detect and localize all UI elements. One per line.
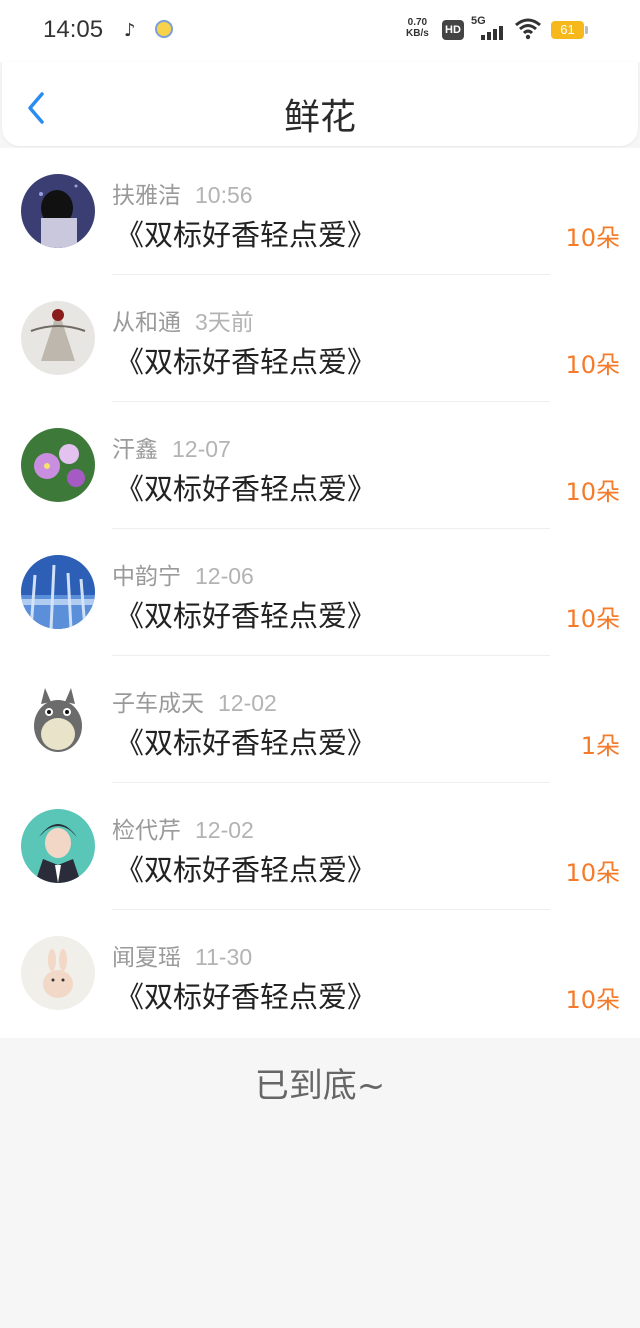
- timestamp: 12-02: [218, 690, 277, 716]
- user-name: 子车成天 12-02: [112, 684, 277, 718]
- work-title: 《双标好香轻点爱》: [115, 726, 377, 760]
- work-title: 《双标好香轻点爱》: [115, 599, 377, 633]
- work-title: 《双标好香轻点爱》: [115, 980, 377, 1014]
- end-of-list-label: 已到底~: [254, 1066, 386, 1106]
- music-note-icon: ♪: [124, 20, 136, 41]
- flower-count: 10朵: [565, 351, 620, 379]
- network-speed: 0.70 KB/s: [406, 17, 429, 39]
- avatar[interactable]: [21, 555, 95, 629]
- app-notification-icon: [155, 20, 173, 38]
- user-name: 中韵宁 12-06: [112, 557, 254, 591]
- work-title: 《双标好香轻点爱》: [115, 345, 377, 379]
- user-name-text: 检代芹: [112, 818, 181, 844]
- flower-count: 10朵: [565, 224, 620, 252]
- list-item[interactable]: 从和通 3天前 《双标好香轻点爱》 10朵: [0, 275, 640, 402]
- avatar[interactable]: [21, 301, 95, 375]
- list-item[interactable]: 汗鑫 12-07 《双标好香轻点爱》 10朵: [0, 402, 640, 529]
- timestamp: 12-02: [195, 817, 254, 843]
- network-speed-value: 0.70: [407, 17, 428, 28]
- user-name-text: 中韵宁: [112, 564, 181, 590]
- list-item[interactable]: 子车成天 12-02 《双标好香轻点爱》 1朵: [0, 656, 640, 783]
- flower-count: 1朵: [580, 732, 620, 760]
- avatar[interactable]: [21, 936, 95, 1010]
- avatar[interactable]: [21, 174, 95, 248]
- page-title: 鲜花: [283, 97, 356, 138]
- work-title: 《双标好香轻点爱》: [115, 472, 377, 506]
- list-item[interactable]: 扶雅洁 10:56 《双标好香轻点爱》 10朵: [0, 148, 640, 275]
- timestamp: 10:56: [195, 182, 253, 208]
- user-name-text: 从和通: [112, 310, 181, 336]
- status-time: 14:05: [43, 16, 104, 43]
- timestamp: 3天前: [195, 309, 254, 335]
- avatar[interactable]: [21, 428, 95, 502]
- flower-count: 10朵: [565, 986, 620, 1014]
- work-title: 《双标好香轻点爱》: [115, 853, 377, 887]
- user-name: 汗鑫 12-07: [112, 430, 231, 464]
- list-item[interactable]: 闻夏瑶 11-30 《双标好香轻点爱》 10朵: [0, 910, 640, 1037]
- avatar[interactable]: [21, 809, 95, 883]
- battery-icon: 61: [551, 21, 584, 39]
- list-item[interactable]: 中韵宁 12-06 《双标好香轻点爱》 10朵: [0, 529, 640, 656]
- status-bar: 14:05 ♪ 0.70 KB/s HD 5G 61: [0, 0, 640, 62]
- timestamp: 11-30: [195, 944, 253, 970]
- nav-header: 鲜花: [2, 62, 638, 146]
- hd-icon: HD: [442, 20, 464, 40]
- list-item[interactable]: 检代芹 12-02 《双标好香轻点爱》 10朵: [0, 783, 640, 910]
- flower-list: 扶雅洁 10:56 《双标好香轻点爱》 10朵 从和通 3天前 《双标好香轻点爱》 …: [0, 148, 640, 1038]
- network-speed-unit: KB/s: [406, 28, 429, 39]
- user-name-text: 闻夏瑶: [112, 945, 181, 971]
- avatar[interactable]: [21, 682, 95, 756]
- wifi-icon: [515, 18, 541, 40]
- flower-count: 10朵: [565, 478, 620, 506]
- battery-tip: [585, 26, 588, 34]
- user-name: 检代芹 12-02: [112, 811, 254, 845]
- user-name-text: 子车成天: [112, 691, 204, 717]
- user-name: 扶雅洁 10:56: [112, 176, 253, 210]
- timestamp: 12-06: [195, 563, 254, 589]
- signal-icon: [481, 26, 507, 40]
- flower-count: 10朵: [565, 605, 620, 633]
- flower-count: 10朵: [565, 859, 620, 887]
- user-name-text: 汗鑫: [112, 437, 158, 463]
- user-name: 闻夏瑶 11-30: [112, 938, 252, 972]
- work-title: 《双标好香轻点爱》: [115, 218, 377, 252]
- user-name: 从和通 3天前: [112, 303, 254, 337]
- timestamp: 12-07: [172, 436, 231, 462]
- user-name-text: 扶雅洁: [112, 183, 181, 209]
